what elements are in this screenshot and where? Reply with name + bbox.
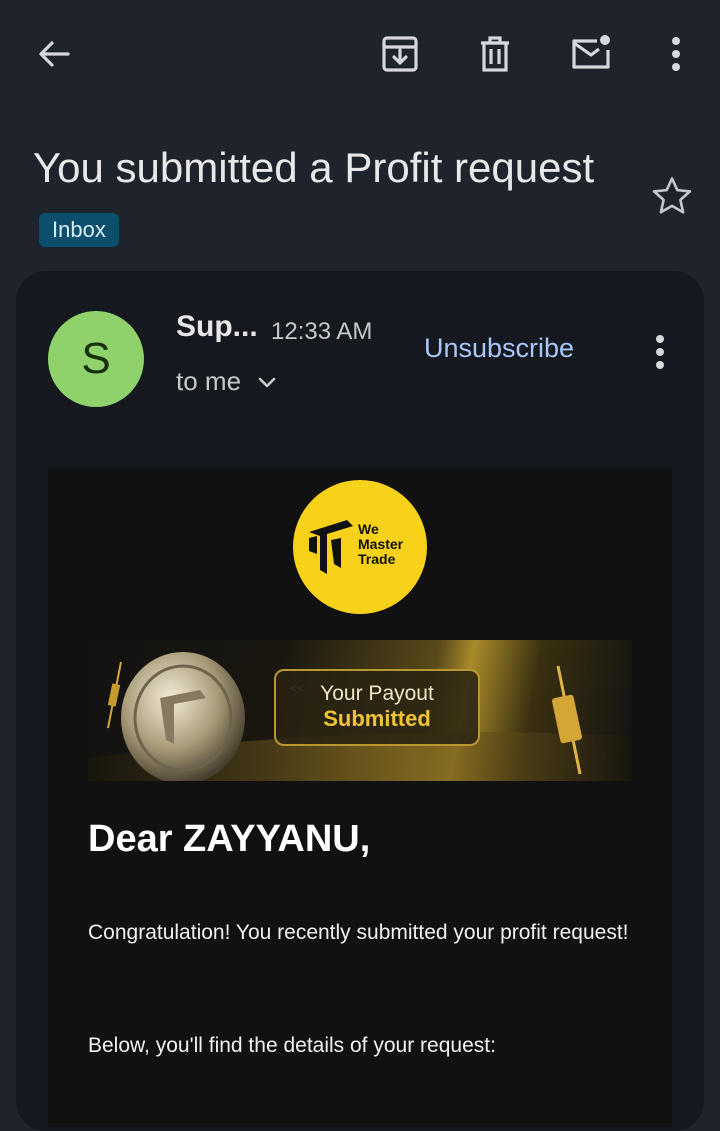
we-master-trade-logo: We Master Trade <box>293 480 427 614</box>
banner-line-1: Your Payout <box>320 682 434 705</box>
more-vert-icon[interactable] <box>652 30 700 78</box>
recipient-text: to me <box>176 366 242 396</box>
logo-text: We Master Trade <box>358 522 403 567</box>
mark-unread-icon[interactable] <box>567 30 615 78</box>
subject-text: You submitted a Profit request <box>33 144 595 191</box>
logo-line-1: We <box>358 521 379 537</box>
logo-line-2: Master <box>358 536 404 552</box>
email-subject: You submitted a Profit request Inbox <box>33 136 633 264</box>
banner-line-2: Submitted <box>323 706 431 731</box>
recipient-details-toggle[interactable]: to me <box>176 366 277 397</box>
top-toolbar <box>0 0 720 110</box>
body-paragraph-2: Below, you'll find the details of your r… <box>88 1034 496 1057</box>
banner-label-frame: Your Payout Submitted <box>274 669 480 746</box>
greeting-heading: Dear ZAYYANU, <box>88 818 371 860</box>
body-paragraph-1: Congratulation! You recently submitted y… <box>88 921 629 944</box>
logo-line-3: Trade <box>358 551 396 567</box>
arrow-left-icon[interactable] <box>30 30 78 78</box>
unsubscribe-button[interactable]: Unsubscribe <box>424 333 574 364</box>
star-icon[interactable] <box>646 170 698 222</box>
avatar[interactable]: S <box>48 311 144 407</box>
inbox-label-badge[interactable]: Inbox <box>39 212 119 247</box>
archive-icon[interactable] <box>376 30 424 78</box>
chevron-down-icon <box>257 366 277 397</box>
sender-name[interactable]: Sup... <box>176 310 258 344</box>
logo-mark-icon <box>309 520 353 574</box>
payout-banner: << >> Your Payout Submitted <box>88 640 632 781</box>
message-time: 12:33 AM <box>271 318 373 345</box>
trash-icon[interactable] <box>471 30 519 78</box>
more-vert-icon[interactable] <box>636 328 684 376</box>
